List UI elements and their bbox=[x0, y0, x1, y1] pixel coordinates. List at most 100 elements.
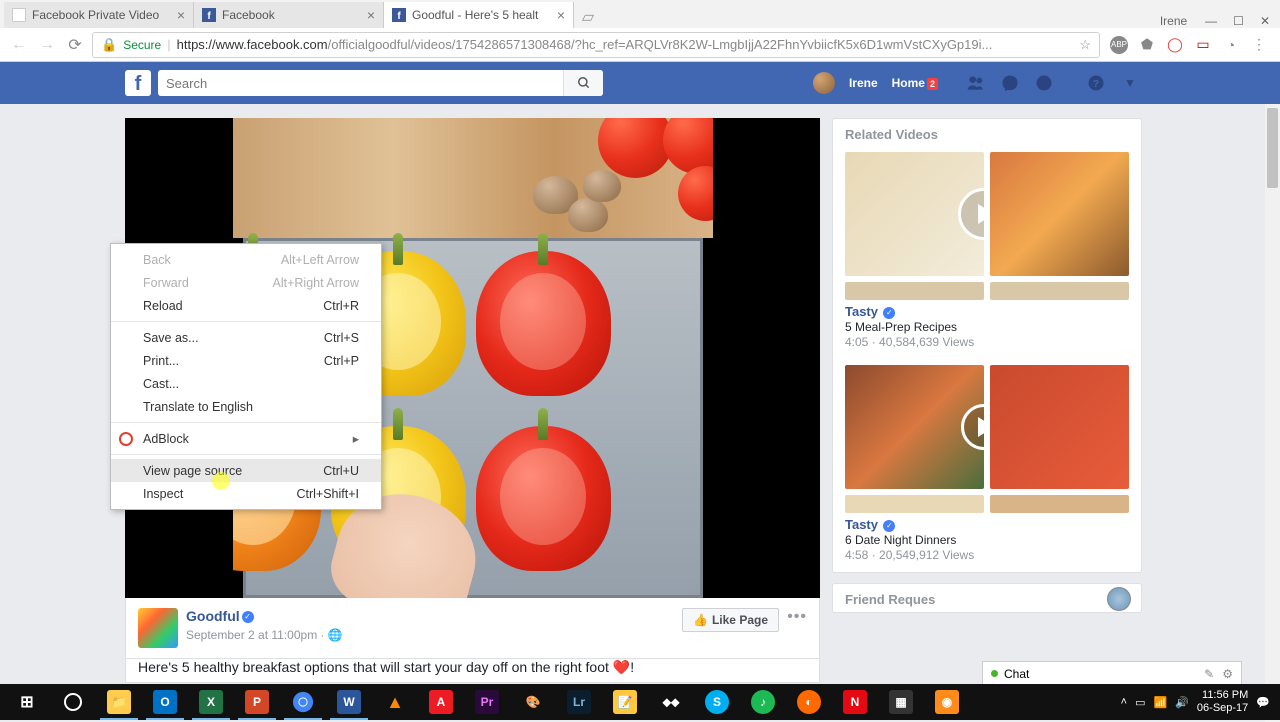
related-thumb[interactable] bbox=[990, 365, 1129, 489]
related-thumb[interactable] bbox=[990, 152, 1129, 276]
lightroom-taskbar[interactable]: Lr bbox=[556, 684, 602, 720]
opera-icon[interactable]: ◯ bbox=[1166, 36, 1184, 54]
notification-icon[interactable]: 💬 bbox=[1256, 696, 1270, 709]
related-thumb[interactable] bbox=[845, 152, 984, 276]
cortana-button[interactable] bbox=[50, 684, 96, 720]
close-icon[interactable]: × bbox=[177, 7, 185, 23]
messenger-icon[interactable] bbox=[1000, 73, 1020, 93]
reload-button[interactable]: ⟳ bbox=[64, 34, 86, 56]
chrome-profile-name[interactable]: Irene bbox=[1160, 14, 1187, 28]
help-icon[interactable]: ? bbox=[1086, 73, 1106, 93]
context-adblock[interactable]: AdBlock▸ bbox=[111, 427, 381, 450]
post-options-button[interactable]: ••• bbox=[787, 608, 807, 626]
star-icon[interactable]: ☆ bbox=[1079, 37, 1091, 53]
taskbar-clock[interactable]: 11:56 PM06-Sep-17 bbox=[1197, 689, 1248, 714]
facebook-header: f Irene Home2 ? ▼ bbox=[0, 62, 1280, 104]
youtube-icon[interactable]: ▭ bbox=[1194, 36, 1212, 54]
browser-tab-2[interactable]: f Goodful - Here's 5 healt × bbox=[384, 2, 574, 28]
tray-chevron-icon[interactable]: ˄ bbox=[1121, 696, 1127, 708]
channel-link[interactable]: Tasty bbox=[845, 304, 878, 319]
chrome-taskbar[interactable] bbox=[280, 684, 326, 720]
calculator-taskbar[interactable]: ▦ bbox=[878, 684, 924, 720]
related-video-title[interactable]: 5 Meal-Prep Recipes bbox=[845, 320, 1129, 334]
powerpoint-taskbar[interactable]: P bbox=[234, 684, 280, 720]
tidal-taskbar[interactable]: ⬥⬥ bbox=[648, 684, 694, 720]
notes-taskbar[interactable]: 📝 bbox=[602, 684, 648, 720]
forward-button[interactable]: → bbox=[36, 34, 58, 56]
close-window-icon[interactable]: ✕ bbox=[1260, 14, 1270, 28]
close-icon[interactable]: × bbox=[557, 7, 565, 23]
wifi-icon[interactable]: 📶 bbox=[1154, 696, 1168, 709]
globe-loading-icon bbox=[1107, 587, 1131, 611]
context-inspect[interactable]: InspectCtrl+Shift+I bbox=[111, 482, 381, 505]
skype-taskbar[interactable]: S bbox=[694, 684, 740, 720]
page-name-link[interactable]: Goodful bbox=[186, 608, 240, 624]
battery-icon[interactable]: ▭ bbox=[1135, 696, 1145, 709]
chat-label: Chat bbox=[1004, 667, 1029, 681]
edit-icon[interactable]: ✎ bbox=[1204, 667, 1214, 681]
app-taskbar[interactable]: ◉ bbox=[924, 684, 970, 720]
minimize-icon[interactable]: — bbox=[1205, 14, 1217, 28]
context-print[interactable]: Print...Ctrl+P bbox=[111, 349, 381, 372]
paint-taskbar[interactable]: 🎨 bbox=[510, 684, 556, 720]
back-button[interactable]: ← bbox=[8, 34, 30, 56]
close-icon[interactable]: × bbox=[367, 7, 375, 23]
scrollbar-thumb[interactable] bbox=[1267, 108, 1278, 188]
search-button[interactable] bbox=[563, 70, 603, 96]
outlook-taskbar[interactable]: O bbox=[142, 684, 188, 720]
excel-taskbar[interactable]: X bbox=[188, 684, 234, 720]
tab-title: Goodful - Here's 5 healt bbox=[412, 8, 551, 22]
chat-dock[interactable]: Chat ✎ ⚙ bbox=[982, 661, 1242, 685]
user-avatar[interactable] bbox=[813, 72, 835, 94]
word-taskbar[interactable]: W bbox=[326, 684, 372, 720]
context-forward[interactable]: ForwardAlt+Right Arrow bbox=[111, 271, 381, 294]
start-button[interactable]: ⊞ bbox=[4, 684, 50, 720]
page-favicon bbox=[12, 8, 26, 22]
abp-icon[interactable]: ABP bbox=[1110, 36, 1128, 54]
context-cast[interactable]: Cast... bbox=[111, 372, 381, 395]
context-reload[interactable]: ReloadCtrl+R bbox=[111, 294, 381, 317]
dropdown-icon[interactable]: ▼ bbox=[1120, 73, 1140, 93]
like-page-button[interactable]: 👍Like Page bbox=[682, 608, 779, 632]
facebook-favicon: f bbox=[392, 8, 406, 22]
context-view-source[interactable]: View page sourceCtrl+U bbox=[111, 459, 381, 482]
globe-icon[interactable] bbox=[1034, 73, 1054, 93]
context-translate[interactable]: Translate to English bbox=[111, 395, 381, 418]
vlc-taskbar[interactable]: ▲ bbox=[372, 684, 418, 720]
related-thumb[interactable] bbox=[845, 365, 984, 489]
url-text: https://www.facebook.com/officialgoodful… bbox=[177, 37, 1074, 52]
context-save-as[interactable]: Save as...Ctrl+S bbox=[111, 326, 381, 349]
premiere-taskbar[interactable]: Pr bbox=[464, 684, 510, 720]
adblock-icon bbox=[119, 432, 133, 446]
menu-icon[interactable]: ⋮ bbox=[1250, 36, 1268, 54]
new-tab-button[interactable]: ▱ bbox=[574, 6, 602, 28]
explorer-taskbar[interactable]: 📁 bbox=[96, 684, 142, 720]
shield-icon[interactable]: ⬟ bbox=[1138, 36, 1156, 54]
friend-requests-card: Friend Reques bbox=[832, 583, 1142, 613]
page-avatar[interactable] bbox=[138, 608, 178, 648]
channel-link[interactable]: Tasty bbox=[845, 517, 878, 532]
netflix-taskbar[interactable]: N bbox=[832, 684, 878, 720]
friends-icon[interactable] bbox=[966, 73, 986, 93]
spotify-taskbar[interactable]: ♪ bbox=[740, 684, 786, 720]
scrollbar[interactable] bbox=[1265, 104, 1280, 722]
volume-icon[interactable]: 🔊 bbox=[1175, 696, 1189, 709]
browser-tab-1[interactable]: f Facebook × bbox=[194, 2, 384, 28]
facebook-logo[interactable]: f bbox=[125, 70, 151, 96]
extension-icon[interactable]: ◔ bbox=[1222, 36, 1240, 54]
verified-icon: ✓ bbox=[242, 611, 254, 623]
address-bar[interactable]: 🔒 Secure | https://www.facebook.com/offi… bbox=[92, 32, 1100, 58]
home-link[interactable]: Home2 bbox=[892, 76, 938, 90]
browser-tab-0[interactable]: Facebook Private Video × bbox=[4, 2, 194, 28]
maximize-icon[interactable]: ☐ bbox=[1233, 14, 1244, 28]
app-taskbar[interactable]: ◐ bbox=[786, 684, 832, 720]
related-video-title[interactable]: 6 Date Night Dinners bbox=[845, 533, 1129, 547]
user-name-link[interactable]: Irene bbox=[849, 76, 878, 90]
thumbs-up-icon: 👍 bbox=[693, 613, 708, 627]
friend-requests-title: Friend Reques bbox=[833, 584, 1141, 613]
acrobat-taskbar[interactable]: A bbox=[418, 684, 464, 720]
search-input[interactable] bbox=[158, 76, 563, 91]
context-back[interactable]: BackAlt+Left Arrow bbox=[111, 248, 381, 271]
gear-icon[interactable]: ⚙ bbox=[1222, 667, 1233, 681]
system-tray[interactable]: ˄ ▭ 📶 🔊 11:56 PM06-Sep-17 💬 bbox=[1121, 689, 1280, 714]
